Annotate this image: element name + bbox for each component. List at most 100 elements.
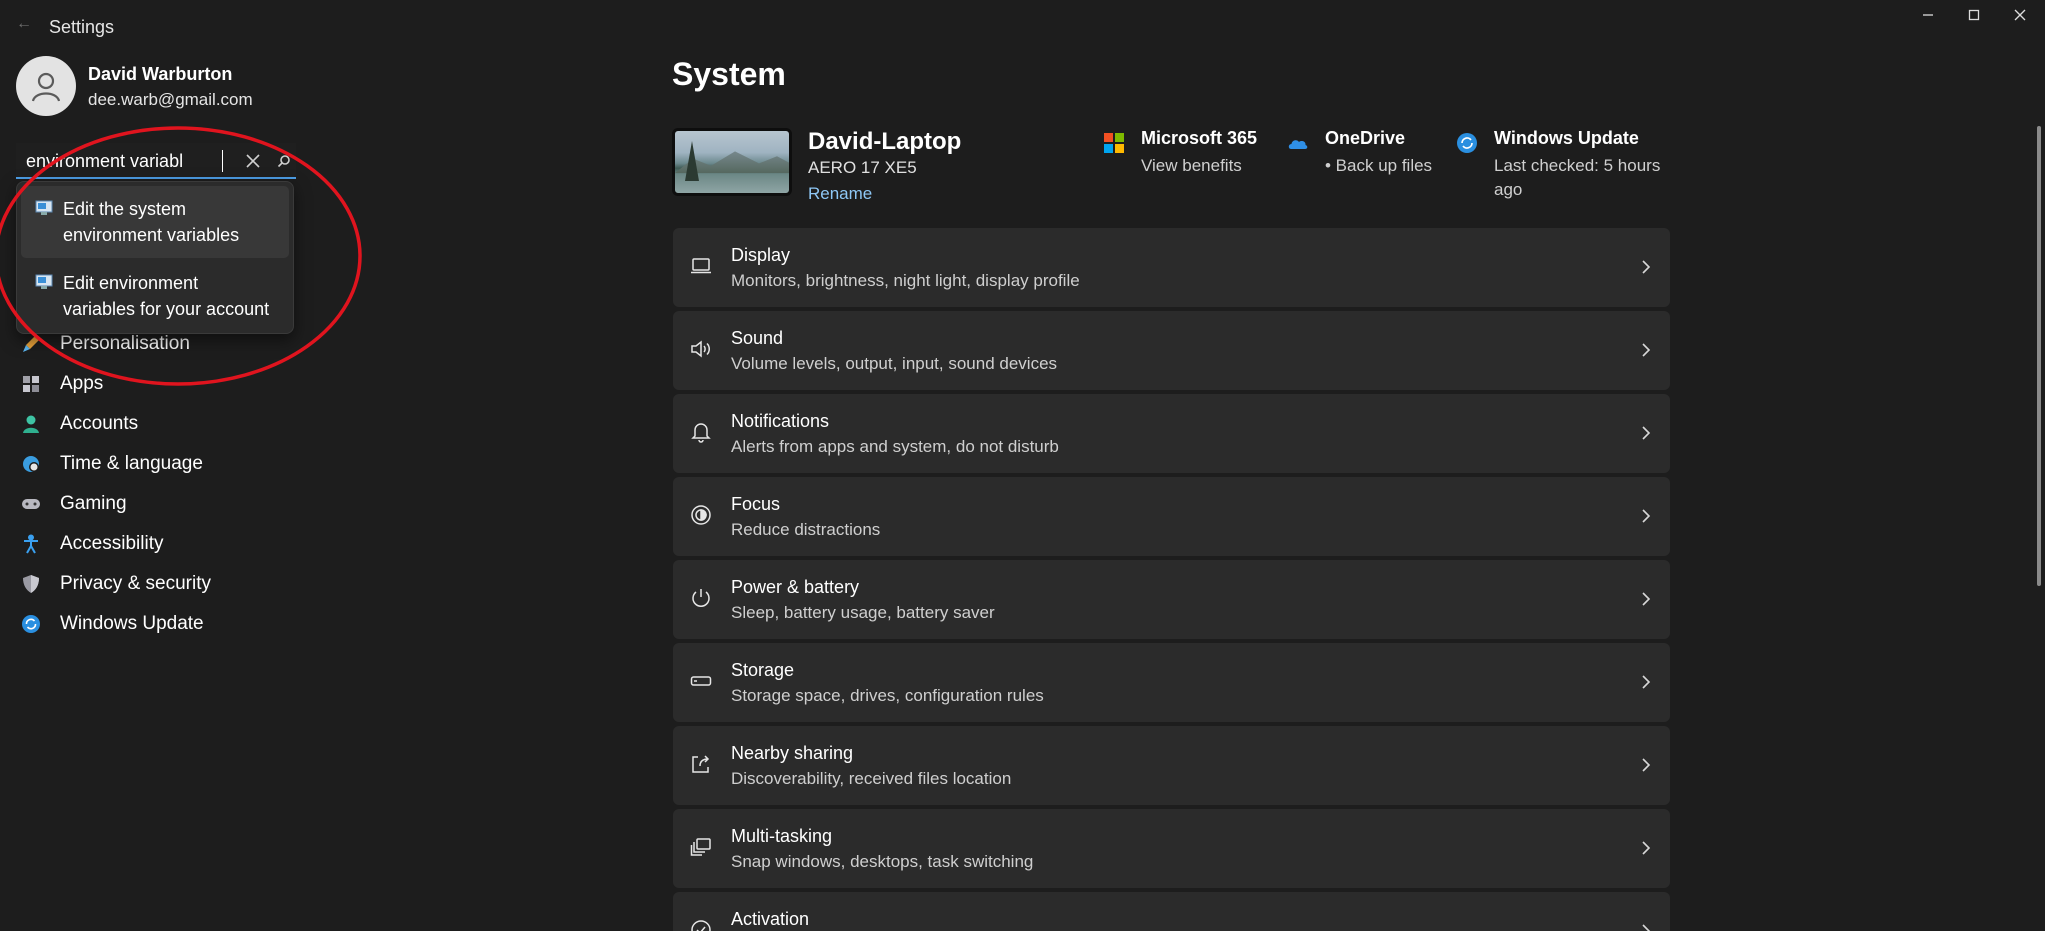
setting-description: Reduce distractions: [731, 520, 881, 539]
setting-title: Notifications: [731, 411, 830, 431]
chevron-right-icon: [1636, 588, 1656, 610]
shield-icon: [20, 573, 42, 595]
settings-window: ← Settings David Warburton dee.warb@gmai…: [0, 0, 2045, 931]
sidebar-item-label: Personalisation: [60, 333, 190, 354]
gamepad-icon: [20, 493, 42, 515]
device-model: AERO 17 XE5: [808, 158, 917, 177]
minimize-button[interactable]: [1905, 0, 1951, 30]
power-icon: [689, 586, 713, 610]
sidebar-item-apps[interactable]: Apps: [20, 364, 320, 404]
share-icon: [689, 752, 713, 776]
sidebar-item-privacy-security[interactable]: Privacy & security: [20, 564, 320, 604]
quick-card-title: Microsoft 365: [1141, 128, 1258, 148]
setting-card-notifications[interactable]: Notifications Alerts from apps and syste…: [673, 394, 1670, 473]
close-icon: [246, 154, 260, 168]
rename-link[interactable]: Rename: [808, 184, 872, 204]
setting-card-power-battery[interactable]: Power & battery Sleep, battery usage, ba…: [673, 560, 1670, 639]
setting-description: Alerts from apps and system, do not dist…: [731, 437, 1059, 456]
setting-title: Power & battery: [731, 577, 860, 597]
chevron-right-icon: [1636, 837, 1656, 859]
chevron-right-icon: [1636, 422, 1656, 444]
quick-card-subtitle: View benefits: [1141, 156, 1242, 175]
setting-card-activation[interactable]: Activation: [673, 892, 1670, 931]
minimize-icon: [1923, 14, 1933, 16]
bell-icon: [689, 420, 713, 444]
sidebar-item-label: Accounts: [60, 413, 139, 434]
setting-title: Storage: [731, 660, 795, 680]
clear-search-button[interactable]: [238, 147, 268, 175]
suggestion-label-line1: Edit the system: [63, 199, 187, 219]
sidebar-item-label: Privacy & security: [60, 573, 211, 594]
back-arrow-icon[interactable]: ←: [12, 12, 36, 36]
setting-card-multitasking[interactable]: Multi-tasking Snap windows, desktops, ta…: [673, 809, 1670, 888]
user-profile[interactable]: David Warburton dee.warb@gmail.com: [16, 56, 316, 118]
update-icon: [1457, 133, 1477, 153]
device-wallpaper-thumbnail[interactable]: [672, 128, 792, 196]
person-icon: [31, 72, 61, 102]
setting-title: Sound: [731, 328, 784, 348]
search-icon[interactable]: [274, 151, 294, 171]
quick-card-title: Windows Update: [1494, 128, 1639, 148]
sidebar-item-time-language[interactable]: Time & language: [20, 444, 320, 484]
suggestion-item[interactable]: Edit the system environment variables: [21, 186, 289, 258]
apps-icon: [20, 373, 42, 395]
app-title: Settings: [49, 17, 115, 37]
sidebar-item-label: Apps: [60, 373, 104, 394]
sidebar-item-gaming[interactable]: Gaming: [20, 484, 320, 524]
suggestion-label-line2: environment variables: [63, 225, 240, 245]
storage-icon: [689, 669, 713, 693]
setting-card-storage[interactable]: Storage Storage space, drives, configura…: [673, 643, 1670, 722]
setting-title: Activation: [731, 909, 810, 929]
setting-card-focus[interactable]: Focus Reduce distractions: [673, 477, 1670, 556]
sidebar-item-windows-update[interactable]: Windows Update: [20, 604, 320, 644]
brush-icon: [20, 333, 42, 355]
quick-card-title: OneDrive: [1325, 128, 1406, 148]
person-icon: [20, 413, 42, 435]
control-panel-icon: [35, 200, 53, 215]
chevron-right-icon: [1636, 256, 1656, 278]
sidebar-item-accounts[interactable]: Accounts: [20, 404, 320, 444]
setting-description: Discoverability, received files location: [731, 769, 1012, 788]
setting-card-sound[interactable]: Sound Volume levels, output, input, soun…: [673, 311, 1670, 390]
globe-clock-icon: [20, 453, 42, 475]
profile-name: David Warburton: [88, 64, 233, 84]
multitask-icon: [689, 835, 713, 859]
sidebar-item-label: Windows Update: [60, 613, 204, 634]
setting-title: Display: [731, 245, 791, 265]
setting-description: Storage space, drives, configuration rul…: [731, 686, 1044, 705]
display-icon: [689, 254, 713, 278]
setting-card-nearby-sharing[interactable]: Nearby sharing Discoverability, received…: [673, 726, 1670, 805]
maximize-button[interactable]: [1951, 0, 1997, 30]
control-panel-icon: [35, 274, 53, 289]
device-name: David-Laptop: [808, 128, 962, 155]
text-caret: [222, 150, 223, 172]
update-icon: [20, 613, 42, 635]
focus-icon: [689, 503, 713, 527]
sidebar-item-label: Gaming: [60, 493, 127, 514]
title-bar: ← Settings: [0, 0, 2045, 56]
suggestion-label-line1: Edit environment: [63, 273, 199, 293]
setting-description: Volume levels, output, input, sound devi…: [731, 354, 1058, 373]
setting-description: Sleep, battery usage, battery saver: [731, 603, 995, 622]
setting-card-display[interactable]: Display Monitors, brightness, night ligh…: [673, 228, 1670, 307]
close-button[interactable]: [1997, 0, 2043, 30]
setting-title: Nearby sharing: [731, 743, 854, 763]
maximize-icon: [1968, 9, 1980, 21]
search-input[interactable]: [26, 147, 226, 175]
setting-description: Monitors, brightness, night light, displ…: [731, 271, 1080, 290]
search-suggestions: Edit the system environment variables Ed…: [16, 181, 294, 334]
close-icon: [2014, 9, 2026, 21]
speaker-icon: [689, 337, 713, 361]
suggestion-label-line2: variables for your account: [63, 299, 270, 319]
chevron-right-icon: [1636, 920, 1656, 931]
profile-email: dee.warb@gmail.com: [88, 90, 253, 109]
setting-description: Snap windows, desktops, task switching: [731, 852, 1034, 871]
avatar: [16, 56, 76, 116]
scrollbar[interactable]: [2037, 126, 2041, 586]
search-box[interactable]: [16, 143, 296, 179]
suggestion-item[interactable]: Edit environment variables for your acco…: [21, 260, 289, 332]
chevron-right-icon: [1636, 671, 1656, 693]
sidebar-item-accessibility[interactable]: Accessibility: [20, 524, 320, 564]
chevron-right-icon: [1636, 339, 1656, 361]
chevron-right-icon: [1636, 505, 1656, 527]
